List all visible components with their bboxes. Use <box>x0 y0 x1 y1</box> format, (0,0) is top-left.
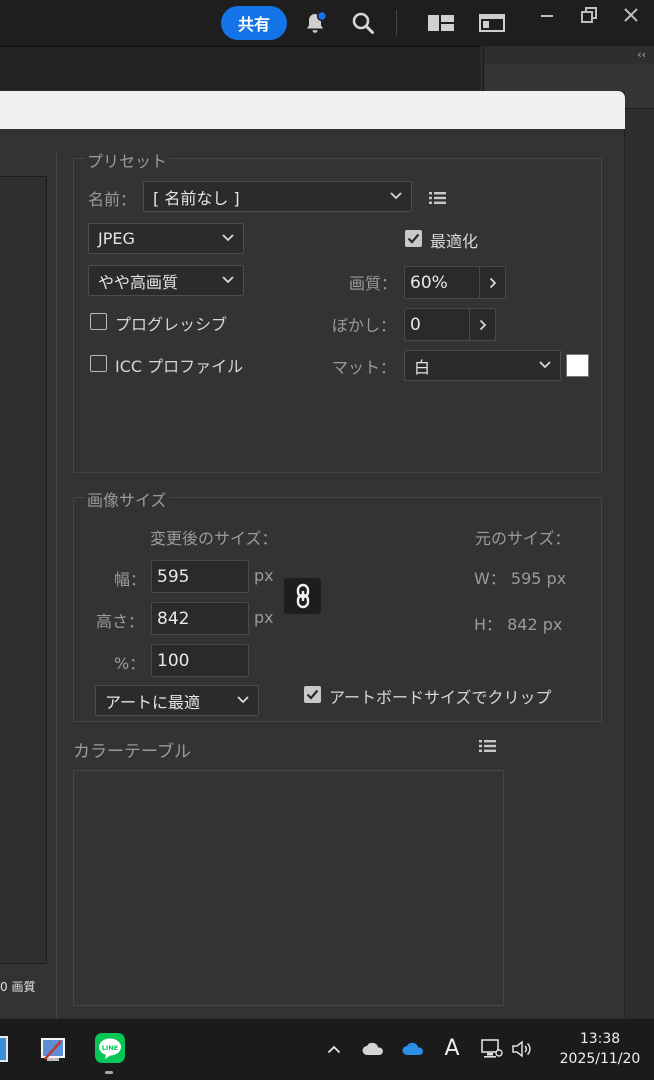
close-button[interactable] <box>610 0 652 30</box>
preview-quality-readout: 0 画質 <box>0 980 36 994</box>
new-size-label: 変更後のサイズ： <box>150 529 278 548</box>
taskbar-app-partial-icon[interactable] <box>0 1033 10 1065</box>
width-unit: px <box>254 566 274 585</box>
percent-input[interactable]: 100 <box>151 644 249 677</box>
preview-pane <box>0 153 57 1019</box>
taskbar-line-app[interactable]: LINE <box>94 1031 126 1065</box>
panel-toggle-icon[interactable] <box>475 6 509 40</box>
windows-taskbar: LINE A 13:38 2025/11/20 <box>0 1018 654 1080</box>
icc-profile-checkbox[interactable] <box>90 355 107 372</box>
progressive-label: プログレッシブ <box>115 315 228 334</box>
blur-slider-toggle[interactable] <box>469 308 496 341</box>
width-input[interactable]: 595 <box>151 560 249 593</box>
original-width: W： 595 px <box>474 569 567 588</box>
quality-slider-toggle[interactable] <box>479 266 506 299</box>
chevron-down-icon <box>539 361 551 369</box>
minimize-icon <box>541 15 553 17</box>
onedrive-business-cloud-icon[interactable] <box>400 1037 426 1061</box>
height-unit: px <box>254 608 274 627</box>
color-table-grid[interactable] <box>73 770 504 1006</box>
height-value: 842 <box>157 608 190 629</box>
window-controls <box>526 0 652 30</box>
toolbar-divider <box>396 10 397 36</box>
notification-bell-icon[interactable] <box>298 6 332 40</box>
original-size-label: 元のサイズ： <box>475 529 571 548</box>
document-tab-strip <box>0 46 480 90</box>
chevron-down-icon <box>390 192 402 200</box>
onedrive-personal-cloud-icon[interactable] <box>360 1037 386 1061</box>
color-table-menu-list-icon[interactable] <box>478 738 498 754</box>
taskbar-drawing-app-icon[interactable] <box>38 1033 68 1065</box>
checkmark-icon <box>407 233 420 244</box>
matte-value: 白 <box>414 357 431 377</box>
color-table-title: カラーテーブル <box>73 742 191 762</box>
file-format-value: JPEG <box>98 229 135 248</box>
quality-value: 60% <box>410 272 448 293</box>
volume-speaker-icon[interactable] <box>510 1037 534 1061</box>
close-icon <box>624 8 638 22</box>
ime-mode-indicator[interactable]: A <box>440 1033 464 1063</box>
clock-time: 13:38 <box>579 1031 621 1047</box>
percent-value: 100 <box>157 650 190 671</box>
optimize-checkbox[interactable] <box>405 230 422 247</box>
matte-label: マット： <box>332 358 397 377</box>
share-button[interactable]: 共有 <box>221 6 287 40</box>
original-height: H： 842 px <box>474 615 563 634</box>
quality-label: 画質： <box>349 274 398 293</box>
width-value: 595 <box>157 566 190 587</box>
link-chain-icon <box>296 583 309 609</box>
blur-value: 0 <box>410 314 421 335</box>
preset-menu-list-icon[interactable] <box>428 190 448 206</box>
line-app-icon: LINE <box>95 1033 125 1063</box>
dialog-title-bar <box>0 91 625 129</box>
clip-to-artboard-checkbox[interactable] <box>304 686 321 703</box>
chevron-down-icon <box>222 276 234 284</box>
file-format-dropdown[interactable]: JPEG <box>88 223 244 254</box>
icc-profile-label: ICC プロファイル <box>115 357 244 376</box>
chevron-down-icon <box>237 696 249 704</box>
fit-mode-dropdown[interactable]: アートに最適 <box>95 685 259 716</box>
width-label: 幅： <box>114 570 147 589</box>
blur-input[interactable]: 0 <box>404 308 470 341</box>
preview-canvas <box>0 176 47 964</box>
constrain-proportions-button[interactable] <box>284 578 321 614</box>
app-title-bar: 共有 <box>0 0 654 46</box>
minimize-button[interactable] <box>526 0 568 30</box>
height-input[interactable]: 842 <box>151 602 249 635</box>
restore-icon <box>581 7 597 23</box>
preset-name-dropdown[interactable]: [ 名前なし ] <box>143 181 412 212</box>
chevron-right-icon <box>489 277 496 288</box>
progressive-checkbox[interactable] <box>90 313 107 330</box>
preset-name-label: 名前： <box>88 190 137 209</box>
matte-dropdown[interactable]: 白 <box>404 350 561 381</box>
clip-to-artboard-label: アートボードサイズでクリップ <box>329 688 552 707</box>
height-label: 高さ： <box>96 612 145 631</box>
quality-input[interactable]: 60% <box>404 266 480 299</box>
show-hidden-icons-chevron-icon[interactable] <box>322 1037 346 1061</box>
preset-name-value: [ 名前なし ] <box>153 188 240 208</box>
optimize-label: 最適化 <box>430 232 479 251</box>
network-icon[interactable] <box>478 1037 504 1061</box>
quality-preset-value: やや高画質 <box>98 272 179 292</box>
blur-label: ぼかし： <box>332 316 397 335</box>
chevron-right-icon <box>479 319 486 330</box>
preset-legend: プリセット <box>85 148 170 172</box>
matte-color-swatch[interactable] <box>566 354 589 377</box>
chevron-down-icon <box>222 234 234 242</box>
taskbar-clock[interactable]: 13:38 2025/11/20 <box>552 1029 648 1069</box>
image-size-legend: 画像サイズ <box>85 487 169 511</box>
search-icon[interactable] <box>346 6 380 40</box>
percent-label: %： <box>114 654 146 673</box>
workspace-layout-icon[interactable] <box>424 6 458 40</box>
checkmark-icon <box>306 689 319 700</box>
clock-date: 2025/11/20 <box>559 1051 641 1067</box>
running-app-indicator <box>105 1071 113 1074</box>
restore-button[interactable] <box>568 0 610 30</box>
svg-text:LINE: LINE <box>102 1044 118 1052</box>
fit-mode-value: アートに最適 <box>105 692 201 712</box>
collapse-panel-icon[interactable]: ‹‹ <box>637 48 646 61</box>
quality-preset-dropdown[interactable]: やや高画質 <box>88 265 244 296</box>
